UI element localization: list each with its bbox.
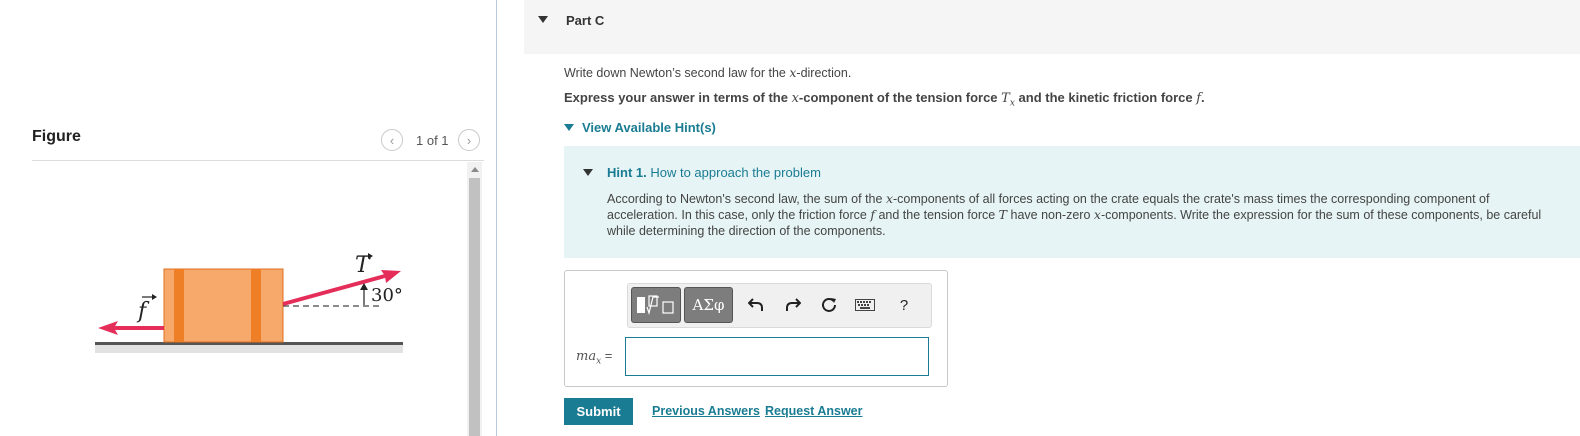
next-figure-button[interactable]: › bbox=[458, 129, 480, 151]
view-hints-label: View Available Hint(s) bbox=[582, 120, 716, 135]
figure-page-counter: 1 of 1 bbox=[416, 133, 449, 148]
friction-arrow bbox=[98, 321, 164, 335]
scroll-up-arrow-icon[interactable] bbox=[467, 162, 482, 177]
keyboard-icon[interactable] bbox=[854, 294, 876, 316]
angle-label: 30° bbox=[371, 285, 403, 306]
instruction-text: -direction. bbox=[796, 66, 852, 80]
collapse-caret-icon[interactable] bbox=[538, 16, 548, 23]
instruction-text: Write down Newton’s second law for the bbox=[564, 66, 790, 80]
hint-title: How to approach the problem bbox=[650, 165, 821, 180]
view-hints-toggle[interactable]: View Available Hint(s) bbox=[564, 120, 716, 135]
express-text: Express your answer in terms of the bbox=[564, 90, 792, 105]
math-var: ma bbox=[576, 349, 597, 364]
friction-label: f bbox=[136, 299, 150, 324]
answer-label: max = bbox=[576, 348, 612, 367]
math-var: T bbox=[998, 207, 1008, 222]
templates-icon bbox=[637, 295, 674, 316]
crate-figure: f T 30° bbox=[95, 253, 403, 353]
previous-answers-link[interactable]: Previous Answers bbox=[652, 404, 760, 418]
hint-text: According to Newton's second law, the su… bbox=[607, 192, 886, 206]
symbols-button[interactable]: ΑΣφ bbox=[684, 287, 733, 323]
crate bbox=[163, 268, 284, 343]
undo-icon[interactable] bbox=[745, 294, 767, 316]
hint-body: According to Newton's second law, the su… bbox=[607, 191, 1552, 239]
question-instruction: Write down Newton’s second law for the x… bbox=[564, 65, 851, 80]
math-var: x bbox=[1093, 207, 1101, 222]
help-icon[interactable]: ? bbox=[893, 294, 915, 316]
express-text: -component of the tension force bbox=[798, 90, 1002, 105]
math-var: T bbox=[1001, 91, 1010, 106]
hint-heading[interactable]: Hint 1. How to approach the problem bbox=[607, 165, 821, 180]
part-header[interactable] bbox=[524, 0, 1580, 54]
panel-divider bbox=[496, 0, 497, 436]
scrollbar-thumb[interactable] bbox=[469, 178, 480, 436]
answer-format-instruction: Express your answer in terms of the x-co… bbox=[564, 90, 1205, 109]
math-var: x bbox=[885, 191, 893, 206]
math-var: x bbox=[791, 91, 799, 106]
math-toolbar: ΑΣφ ? bbox=[627, 283, 932, 328]
request-answer-link[interactable]: Request Answer bbox=[765, 404, 862, 418]
caret-down-icon bbox=[564, 124, 574, 131]
express-text: . bbox=[1201, 90, 1205, 105]
express-text: and the kinetic friction force bbox=[1014, 90, 1197, 105]
part-title: Part C bbox=[566, 13, 605, 28]
submit-button[interactable]: Submit bbox=[564, 398, 633, 425]
chevron-left-icon: ‹ bbox=[389, 132, 395, 148]
hint-number: Hint 1. bbox=[607, 165, 647, 180]
reset-icon[interactable] bbox=[818, 294, 840, 316]
previous-figure-button[interactable]: ‹ bbox=[381, 129, 403, 151]
chevron-right-icon: › bbox=[466, 132, 472, 148]
figure-title: Figure bbox=[32, 128, 81, 145]
redo-icon[interactable] bbox=[782, 294, 804, 316]
equals-sign: = bbox=[601, 348, 613, 363]
templates-button[interactable] bbox=[631, 287, 681, 323]
figure-divider bbox=[32, 160, 484, 161]
hint-text: and the tension force bbox=[874, 208, 999, 222]
answer-input[interactable] bbox=[625, 337, 929, 376]
hint-collapse-caret-icon[interactable] bbox=[583, 169, 593, 176]
floor-shadow bbox=[95, 345, 403, 353]
hint-text: have non-zero bbox=[1007, 208, 1094, 222]
